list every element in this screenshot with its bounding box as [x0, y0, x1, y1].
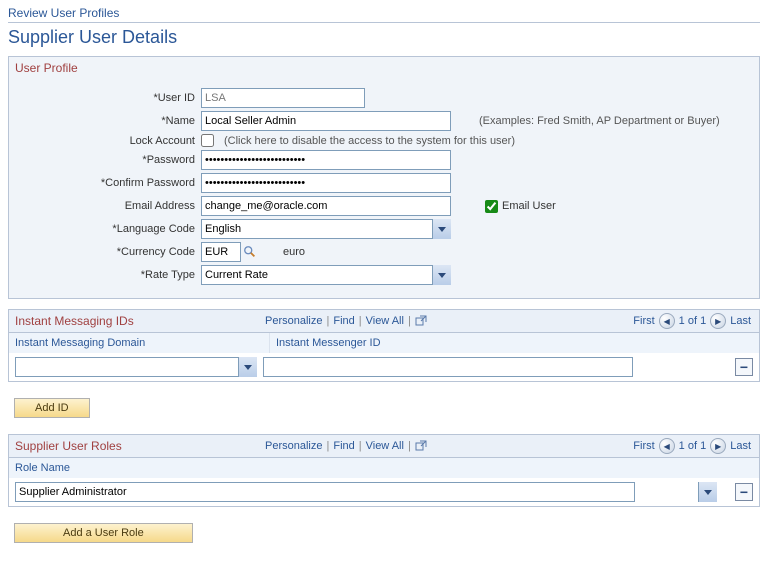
breadcrumb[interactable]: Review User Profiles	[8, 6, 760, 20]
group-title: User Profile	[9, 57, 759, 79]
personalize-link[interactable]: Personalize	[265, 315, 322, 327]
email-user-label: Email User	[502, 200, 556, 212]
im-col-domain[interactable]: Instant Messaging Domain	[9, 333, 270, 353]
first-label: First	[633, 315, 654, 327]
roles-col-name[interactable]: Role Name	[9, 458, 759, 478]
next-button[interactable]: ▶	[710, 438, 726, 454]
add-id-button[interactable]: Add ID	[14, 398, 90, 418]
label-email: Email Address	[15, 200, 201, 212]
table-row: Supplier Administrator −	[8, 478, 760, 507]
table-row: −	[8, 353, 760, 382]
im-id-field[interactable]	[263, 357, 633, 377]
confirm-password-field[interactable]	[201, 173, 451, 193]
prev-button[interactable]: ◀	[659, 313, 675, 329]
count-label: 1 of 1	[679, 440, 707, 452]
delete-row-button[interactable]: −	[735, 358, 753, 376]
viewall-link[interactable]: View All	[366, 440, 404, 452]
page-title: Supplier User Details	[8, 27, 760, 48]
rate-type-select[interactable]: Current Rate	[201, 265, 451, 285]
prev-button[interactable]: ◀	[659, 438, 675, 454]
im-grid-title: Instant Messaging IDs	[9, 314, 265, 328]
language-select[interactable]: English	[201, 219, 451, 239]
im-grid: Instant Messaging IDs Personalize | Find…	[8, 309, 760, 382]
chevron-down-icon	[698, 482, 717, 502]
lock-hint: (Click here to disable the access to the…	[224, 135, 515, 147]
count-label: 1 of 1	[679, 315, 707, 327]
roles-grid-title: Supplier User Roles	[9, 439, 265, 453]
lock-account-checkbox[interactable]	[201, 134, 214, 147]
user-id-field	[201, 88, 365, 108]
divider	[8, 22, 760, 23]
popout-icon[interactable]	[415, 315, 427, 327]
lookup-icon[interactable]	[243, 245, 257, 259]
next-button[interactable]: ▶	[710, 313, 726, 329]
last-label: Last	[730, 315, 751, 327]
currency-name: euro	[283, 246, 305, 258]
find-link[interactable]: Find	[333, 440, 354, 452]
label-user-id: *User ID	[15, 92, 201, 104]
email-user-checkbox[interactable]	[485, 200, 498, 213]
user-profile-group: User Profile *User ID *Name (Examples: F…	[8, 56, 760, 299]
label-curr: *Currency Code	[15, 246, 201, 258]
im-col-id[interactable]: Instant Messenger ID	[270, 333, 759, 353]
first-label: First	[633, 440, 654, 452]
viewall-link[interactable]: View All	[366, 315, 404, 327]
last-label: Last	[730, 440, 751, 452]
label-rate: *Rate Type	[15, 269, 201, 281]
label-password: *Password	[15, 154, 201, 166]
personalize-link[interactable]: Personalize	[265, 440, 322, 452]
name-field[interactable]	[201, 111, 451, 131]
label-name: *Name	[15, 115, 201, 127]
label-lock: Lock Account	[15, 135, 201, 147]
label-confirm: *Confirm Password	[15, 177, 201, 189]
role-select[interactable]: Supplier Administrator	[15, 482, 635, 502]
roles-grid: Supplier User Roles Personalize | Find |…	[8, 434, 760, 507]
email-field[interactable]	[201, 196, 451, 216]
name-hint: (Examples: Fred Smith, AP Department or …	[479, 115, 720, 127]
popout-icon[interactable]	[415, 440, 427, 452]
delete-row-button[interactable]: −	[735, 483, 753, 501]
find-link[interactable]: Find	[333, 315, 354, 327]
currency-field[interactable]	[201, 242, 241, 262]
label-lang: *Language Code	[15, 223, 201, 235]
add-role-button[interactable]: Add a User Role	[14, 523, 193, 543]
password-field[interactable]	[201, 150, 451, 170]
im-domain-select[interactable]	[15, 357, 245, 377]
